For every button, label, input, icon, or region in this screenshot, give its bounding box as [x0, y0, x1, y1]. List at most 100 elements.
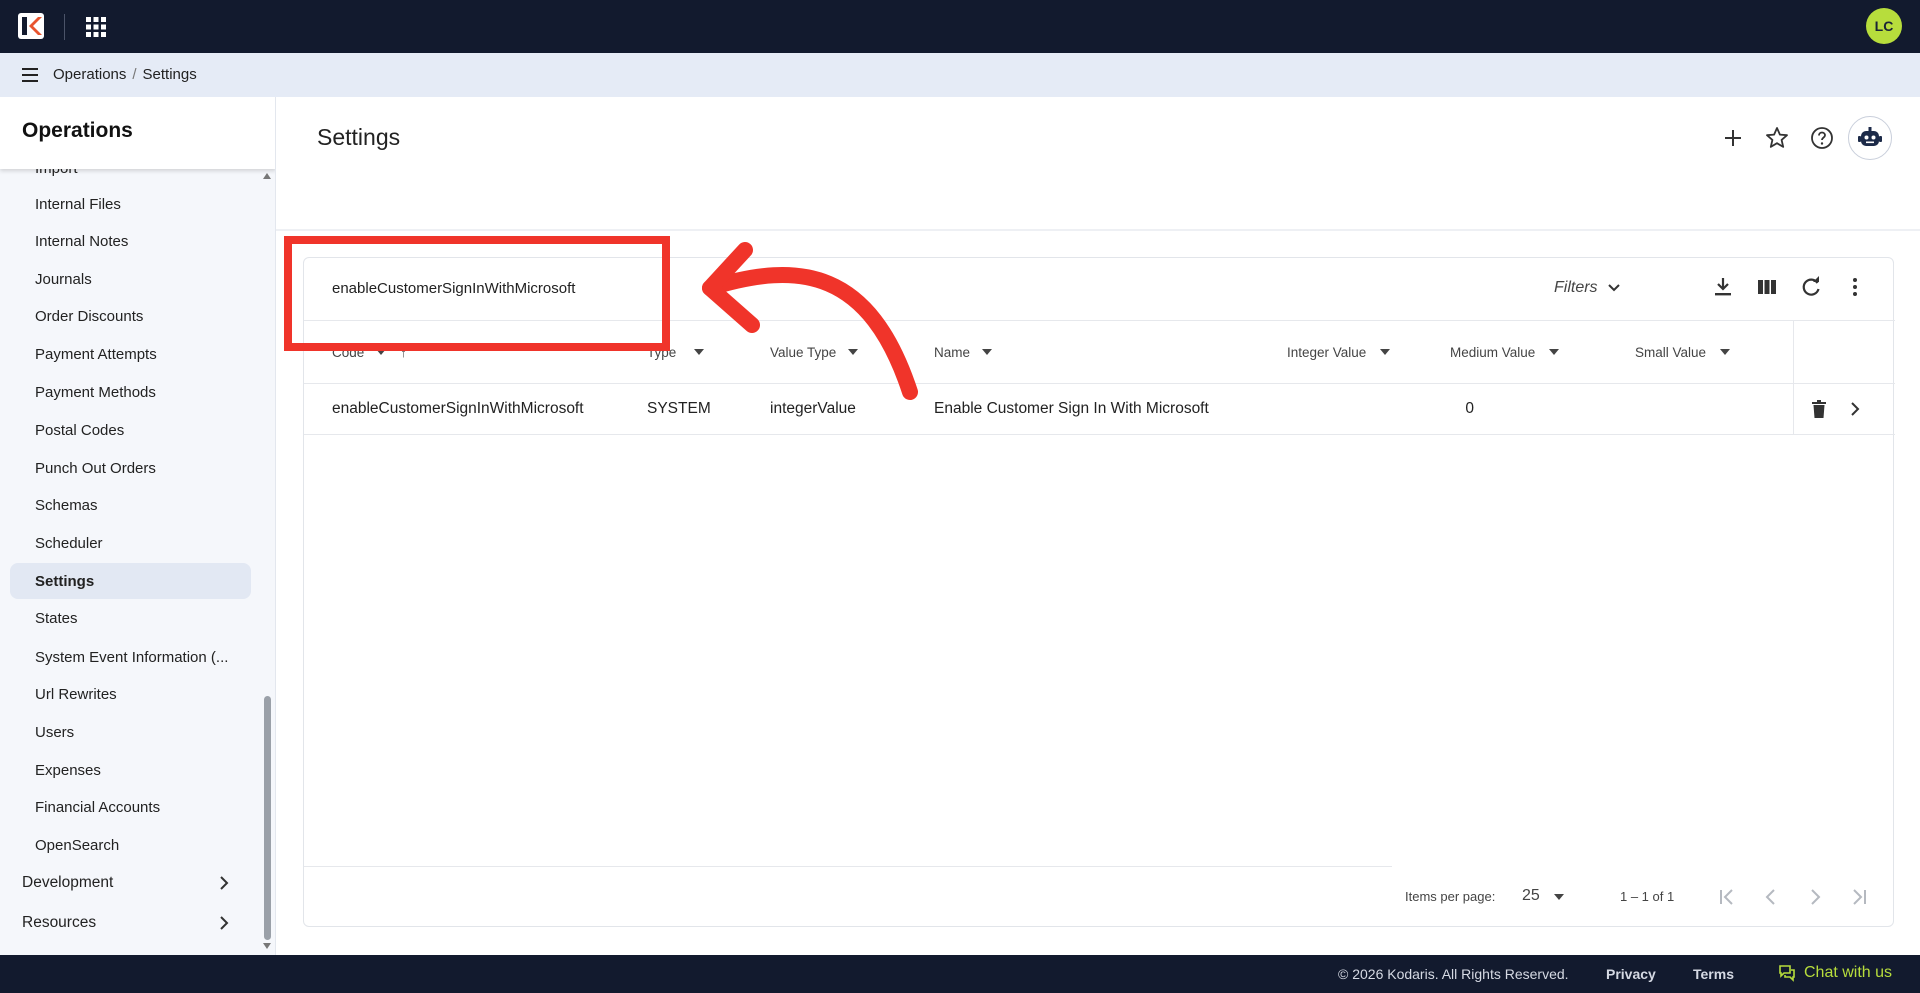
kodaris-logo-icon[interactable] — [18, 13, 44, 39]
last-page-icon[interactable] — [1846, 884, 1872, 910]
user-avatar[interactable]: LC — [1866, 8, 1902, 44]
terms-link[interactable]: Terms — [1693, 966, 1734, 982]
sidebar-item-label: Settings — [35, 572, 95, 590]
sidebar-item-punch-out-orders[interactable]: Punch Out Orders — [10, 450, 251, 486]
sidebar-section-development[interactable]: Development — [0, 865, 250, 901]
hamburger-menu-icon[interactable] — [20, 65, 42, 85]
chevron-right-icon — [220, 916, 229, 930]
sidebar-item-settings[interactable]: Settings — [10, 563, 251, 599]
apps-grid-icon[interactable] — [84, 15, 108, 39]
sidebar-section-label: Development — [22, 874, 114, 891]
assistant-button[interactable] — [1848, 116, 1892, 160]
page-title: Settings — [317, 124, 401, 150]
divider — [304, 434, 1895, 435]
sidebar-item-label: Journals — [35, 270, 92, 288]
cell-code: enableCustomerSignInWithMicrosoft — [332, 400, 584, 417]
top-bar: LC — [0, 0, 1920, 53]
sort-caret-icon[interactable] — [1549, 349, 1560, 355]
sidebar-item-label: Order Discounts — [35, 307, 144, 325]
sidebar-item-payment-methods[interactable]: Payment Methods — [10, 374, 251, 410]
column-label: Code — [332, 344, 365, 360]
column-label: Type — [647, 344, 677, 360]
sidebar-section-resources[interactable]: Resources — [0, 905, 250, 941]
sidebar-item-label: Users — [35, 723, 75, 741]
breadcrumb: Operations / Settings — [53, 66, 197, 83]
scroll-down-arrow-icon[interactable] — [263, 943, 271, 949]
sort-caret-icon[interactable] — [694, 349, 705, 355]
star-icon[interactable] — [1763, 124, 1791, 152]
column-header-small-value[interactable]: Small Value — [1635, 321, 1731, 383]
page-footer: © 2026 Kodaris. All Rights Reserved. Pri… — [0, 955, 1920, 993]
sort-caret-icon[interactable] — [376, 349, 387, 355]
first-page-icon[interactable] — [1714, 884, 1740, 910]
sidebar-item-schemas[interactable]: Schemas — [10, 487, 251, 523]
column-header-type[interactable]: Type — [647, 321, 705, 383]
column-header-integer-value[interactable]: Integer Value — [1287, 321, 1391, 383]
sort-caret-icon[interactable] — [982, 349, 993, 355]
column-header-name[interactable]: Name — [934, 321, 993, 383]
columns-icon[interactable] — [1754, 274, 1780, 300]
column-label: Small Value — [1635, 344, 1707, 360]
column-header-value-type[interactable]: Value Type — [770, 321, 859, 383]
cell-type: SYSTEM — [647, 400, 711, 417]
sidebar-item-label: Internal Notes — [35, 232, 129, 250]
sort-caret-icon[interactable] — [848, 349, 859, 355]
plus-icon[interactable] — [1719, 124, 1747, 152]
sidebar-item-users[interactable]: Users — [10, 714, 251, 750]
topbar-divider — [64, 14, 65, 40]
sidebar-item-label: Url Rewrites — [35, 685, 117, 703]
refresh-icon[interactable] — [1798, 274, 1824, 300]
sidebar-item-payment-attempts[interactable]: Payment Attempts — [10, 336, 251, 372]
sidebar-scrollbar-thumb[interactable] — [264, 696, 271, 940]
items-per-page-select[interactable]: 25 — [1522, 887, 1540, 905]
help-icon[interactable] — [1808, 124, 1836, 152]
cell-name: Enable Customer Sign In With Microsoft — [934, 400, 1209, 417]
items-per-page-label: Items per page: — [1405, 889, 1496, 904]
sidebar-item-label: Schemas — [35, 496, 98, 514]
sidebar-item-expenses[interactable]: Expenses — [10, 752, 251, 788]
sidebar-item-url-rewrites[interactable]: Url Rewrites — [10, 676, 251, 712]
chat-button[interactable]: Chat with us — [1778, 964, 1892, 982]
sidebar-item-label: Punch Out Orders — [35, 459, 156, 477]
sort-caret-icon[interactable] — [1720, 349, 1731, 355]
header-separator — [276, 229, 1920, 231]
sidebar-item-label: Postal Codes — [35, 421, 125, 439]
sidebar-item-label: Payment Attempts — [35, 345, 157, 363]
sidebar-item-opensearch[interactable]: OpenSearch — [10, 827, 251, 863]
next-page-icon[interactable] — [1802, 884, 1828, 910]
sidebar-item-scheduler[interactable]: Scheduler — [10, 525, 251, 561]
scroll-up-arrow-icon[interactable] — [263, 173, 271, 179]
search-input[interactable]: enableCustomerSignInWithMicrosoft — [332, 280, 575, 297]
breadcrumb-parent[interactable]: Operations — [53, 66, 126, 83]
sort-arrow-icon[interactable]: ↑ — [400, 345, 407, 360]
column-header-code[interactable]: Code ↑ — [332, 321, 407, 383]
column-header-medium-value[interactable]: Medium Value — [1450, 321, 1560, 383]
cell-integer-value: 0 — [1465, 400, 1474, 417]
sidebar-item-states[interactable]: States — [10, 600, 251, 636]
privacy-link[interactable]: Privacy — [1606, 966, 1656, 982]
filters-button[interactable]: Filters — [1554, 270, 1664, 306]
sidebar-item-financial-accounts[interactable]: Financial Accounts — [10, 789, 251, 825]
sidebar-item-internal-notes[interactable]: Internal Notes — [10, 223, 251, 259]
more-vert-icon[interactable] — [1842, 274, 1868, 300]
download-icon[interactable] — [1710, 274, 1736, 300]
sidebar-item-order-discounts[interactable]: Order Discounts — [10, 298, 251, 334]
sort-caret-icon[interactable] — [1380, 349, 1391, 355]
column-label: Medium Value — [1450, 344, 1536, 360]
sidebar-section-label: Resources — [22, 914, 97, 931]
caret-down-icon[interactable] — [1554, 894, 1564, 900]
sidebar-item-internal-files[interactable]: Internal Files — [10, 186, 251, 222]
delete-icon[interactable] — [1808, 398, 1830, 420]
breadcrumb-separator: / — [132, 66, 137, 83]
sidebar-item-journals[interactable]: Journals — [10, 261, 251, 297]
sidebar-item-system-event-information[interactable]: System Event Information (... — [10, 639, 251, 675]
sidebar-item-label: Payment Methods — [35, 383, 156, 401]
sidebar-item-postal-codes[interactable]: Postal Codes — [10, 412, 251, 448]
previous-page-icon[interactable] — [1758, 884, 1784, 910]
chat-icon — [1779, 965, 1795, 982]
breadcrumb-current: Settings — [142, 66, 197, 83]
column-label: Name — [934, 344, 971, 360]
chevron-right-icon[interactable] — [1844, 398, 1866, 420]
sidebar-item-label: Expenses — [35, 761, 101, 779]
sidebar-item-label: Internal Files — [35, 195, 121, 213]
